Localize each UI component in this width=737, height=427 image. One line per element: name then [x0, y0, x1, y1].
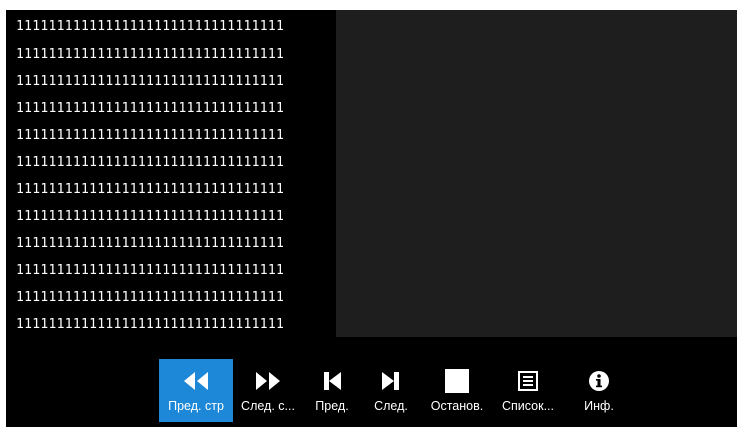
text-line: 111111111111111111111111111111111 — [16, 290, 285, 305]
list-icon — [493, 367, 563, 395]
stop-button[interactable]: Останов. — [421, 359, 493, 422]
text-line: 111111111111111111111111111111111 — [16, 74, 285, 89]
list-button[interactable]: Список... — [493, 359, 563, 422]
next-page-label: След. с... — [241, 399, 295, 413]
text-line: 111111111111111111111111111111111 — [16, 317, 285, 332]
playback-toolbar: Пред. стр След. с... Пред. След. Останов… — [6, 342, 737, 427]
info-icon — [574, 367, 624, 395]
next-label: След. — [374, 399, 408, 413]
skip-next-icon — [361, 367, 421, 395]
stop-label: Останов. — [430, 399, 484, 413]
prev-page-label: Пред. стр — [168, 399, 224, 413]
text-line: 111111111111111111111111111111111 — [16, 128, 285, 143]
next-page-button[interactable]: След. с... — [233, 359, 303, 422]
skip-previous-icon — [303, 367, 361, 395]
info-button[interactable]: Инф. — [574, 359, 624, 422]
prev-page-button[interactable]: Пред. стр — [159, 359, 233, 422]
text-line: 111111111111111111111111111111111 — [16, 101, 285, 116]
text-line: 111111111111111111111111111111111 — [16, 47, 285, 62]
next-button[interactable]: След. — [361, 359, 421, 422]
list-label: Список... — [501, 399, 554, 413]
text-line: 111111111111111111111111111111111 — [16, 155, 285, 170]
preview-pane — [336, 10, 737, 337]
text-line: 111111111111111111111111111111111 — [16, 19, 285, 34]
previous-button[interactable]: Пред. — [303, 359, 361, 422]
reader-screen: 111111111111111111111111111111111 111111… — [6, 10, 737, 427]
text-line: 111111111111111111111111111111111 — [16, 236, 285, 251]
text-pane[interactable]: 111111111111111111111111111111111 111111… — [6, 10, 336, 342]
stop-icon — [421, 367, 493, 395]
info-label: Инф. — [584, 399, 614, 413]
fast-forward-icon — [233, 367, 303, 395]
text-line: 111111111111111111111111111111111 — [16, 182, 285, 197]
previous-label: Пред. — [315, 399, 349, 413]
rewind-icon — [159, 367, 233, 395]
text-line: 111111111111111111111111111111111 — [16, 209, 285, 224]
text-line: 111111111111111111111111111111111 — [16, 263, 285, 278]
